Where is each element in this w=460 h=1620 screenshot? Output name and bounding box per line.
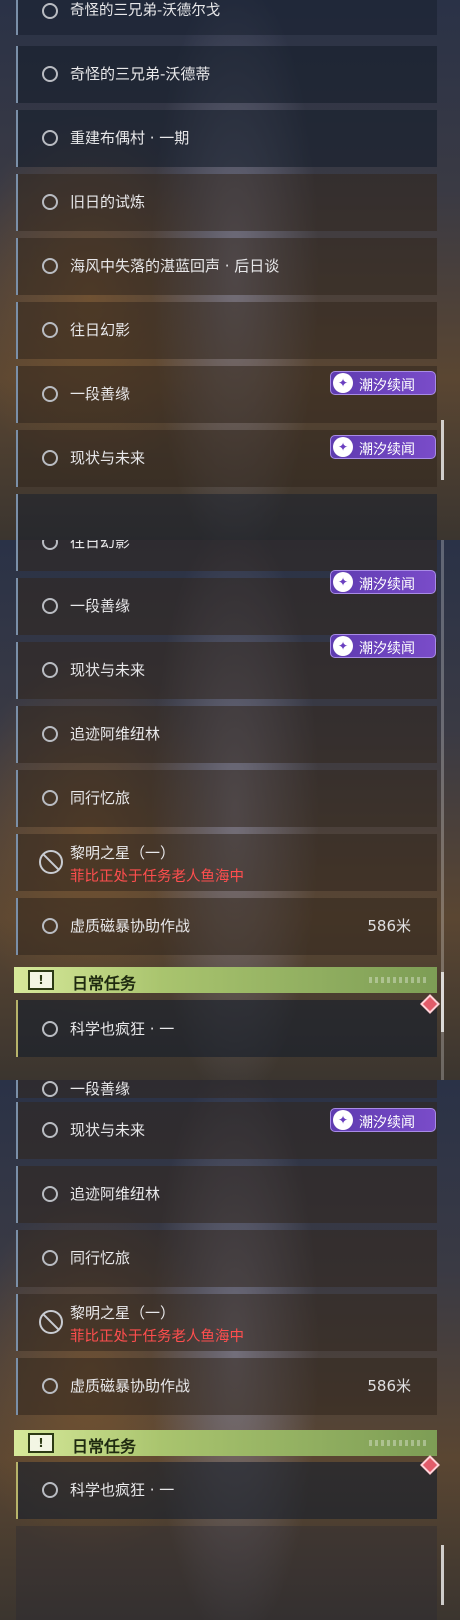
quest-title: 科学也疯狂 · 一 — [70, 1481, 175, 1499]
tidal-tales-tag: ✦ 潮汐续闻 — [330, 371, 436, 395]
quest-row[interactable]: 奇怪的三兄弟-沃德蒂 — [16, 46, 437, 103]
ring-icon — [42, 598, 58, 614]
quest-title: 虚质磁暴协助作战 — [70, 917, 191, 935]
quest-distance: 586米 — [367, 1377, 411, 1395]
ring-icon — [42, 322, 58, 338]
quest-title: 海风中失落的湛蓝回声 · 后日谈 — [70, 257, 280, 275]
tidal-tales-icon: ✦ — [333, 373, 353, 393]
tidal-tales-tag: ✦ 潮汐续闻 — [330, 1108, 436, 1132]
quest-title: 虚质磁暴协助作战 — [70, 1377, 191, 1395]
quest-row[interactable]: 追迹阿维纽林 — [16, 706, 437, 763]
quest-row[interactable]: 一段善缘 — [16, 1080, 437, 1098]
ring-icon — [42, 450, 58, 466]
quest-row[interactable]: 海风中失落的湛蓝回声 · 后日谈 — [16, 238, 437, 295]
ring-icon — [42, 1250, 58, 1266]
quest-title: 现状与未来 — [70, 1121, 146, 1139]
quest-title: 黎明之星（一） — [70, 844, 176, 862]
ring-icon — [42, 1021, 58, 1037]
ring-icon — [42, 918, 58, 934]
quest-distance: 586米 — [367, 917, 411, 935]
quest-warning: 菲比正处于任务老人鱼海中 — [70, 869, 244, 885]
tag-label: 潮汐续闻 — [359, 641, 415, 657]
ring-icon — [42, 726, 58, 742]
quest-row[interactable]: 同行忆旅 — [16, 770, 437, 827]
quest-row[interactable]: 往日幻影 — [16, 302, 437, 359]
quest-title: 追迹阿维纽林 — [70, 725, 161, 743]
tag-label: 潮汐续闻 — [359, 378, 415, 394]
quest-title: 黎明之星（一） — [70, 1304, 176, 1322]
quest-title: 往日幻影 — [70, 540, 131, 551]
quest-row[interactable]: 往日幻影 — [16, 540, 437, 571]
quest-title: 同行忆旅 — [70, 1249, 131, 1267]
quest-row[interactable]: 追迹阿维纽林 — [16, 1166, 437, 1223]
quest-title: 科学也疯狂 · 一 — [70, 1020, 175, 1038]
quest-title: 往日幻影 — [70, 321, 131, 339]
section-label: 日常任务 — [72, 1437, 137, 1456]
quest-row[interactable]: 旧日的试炼 — [16, 174, 437, 231]
ring-icon — [42, 1122, 58, 1138]
quest-list-panel-1: 奇怪的三兄弟-沃德尔戈 奇怪的三兄弟-沃德蒂 重建布偶村 · 一期 旧日的试炼 … — [0, 0, 460, 540]
ring-icon — [42, 194, 58, 210]
tag-label: 潮汐续闻 — [359, 1115, 415, 1131]
ring-icon — [42, 3, 58, 19]
tidal-tales-icon: ✦ — [333, 1110, 353, 1130]
quest-row[interactable]: 虚质磁暴协助作战 586米 — [16, 898, 437, 955]
quest-row[interactable]: 科学也疯狂 · 一 — [16, 1462, 437, 1519]
quest-warning: 菲比正处于任务老人鱼海中 — [70, 1329, 244, 1345]
ring-icon — [42, 66, 58, 82]
quest-title: 重建布偶村 · 一期 — [70, 129, 190, 147]
quest-row[interactable]: 奇怪的三兄弟-沃德尔戈 — [16, 0, 437, 35]
quest-row[interactable]: 虚质磁暴协助作战 586米 — [16, 1358, 437, 1415]
quest-title: 现状与未来 — [70, 661, 146, 679]
scrollbar-thumb[interactable] — [441, 972, 444, 1032]
ring-icon — [42, 1081, 58, 1097]
ring-icon — [42, 1482, 58, 1498]
ring-icon — [42, 540, 58, 550]
quest-title: 旧日的试炼 — [70, 193, 146, 211]
tag-label: 潮汐续闻 — [359, 577, 415, 593]
tidal-tales-tag: ✦ 潮汐续闻 — [330, 634, 436, 658]
tidal-tales-icon: ✦ — [333, 437, 353, 457]
quest-list-panel-2: 往日幻影 一段善缘 现状与未来 追迹阿维纽林 同行忆旅 黎明之星（一） 菲比正处… — [0, 540, 460, 1080]
blocked-icon — [39, 1310, 63, 1334]
daily-tasks-header[interactable]: ! 日常任务 — [14, 967, 437, 993]
quest-row[interactable]: 重建布偶村 · 一期 — [16, 110, 437, 167]
list-empty-area — [16, 1526, 437, 1620]
tidal-tales-tag: ✦ 潮汐续闻 — [330, 570, 436, 594]
section-decoration — [369, 977, 429, 983]
ring-icon — [42, 1378, 58, 1394]
tag-label: 潮汐续闻 — [359, 442, 415, 458]
ring-icon — [42, 790, 58, 806]
tidal-tales-icon: ✦ — [333, 636, 353, 656]
tidal-tales-tag: ✦ 潮汐续闻 — [330, 435, 436, 459]
alert-icon: ! — [28, 970, 54, 990]
section-label: 日常任务 — [72, 974, 137, 993]
scrollbar-thumb[interactable] — [441, 1545, 444, 1605]
quest-row[interactable] — [16, 494, 437, 540]
quest-row-blocked[interactable]: 黎明之星（一） 菲比正处于任务老人鱼海中 — [16, 1294, 437, 1351]
ring-icon — [42, 386, 58, 402]
ring-icon — [42, 662, 58, 678]
quest-title: 一段善缘 — [70, 385, 131, 403]
quest-title: 一段善缘 — [70, 597, 131, 615]
daily-tasks-header[interactable]: ! 日常任务 — [14, 1430, 437, 1456]
quest-title: 现状与未来 — [70, 449, 146, 467]
quest-title: 同行忆旅 — [70, 789, 131, 807]
ring-icon — [42, 1186, 58, 1202]
section-decoration — [369, 1440, 429, 1446]
ring-icon — [42, 130, 58, 146]
quest-row[interactable]: 同行忆旅 — [16, 1230, 437, 1287]
quest-title: 追迹阿维纽林 — [70, 1185, 161, 1203]
quest-row[interactable]: 科学也疯狂 · 一 — [16, 1000, 437, 1057]
scrollbar-thumb[interactable] — [441, 420, 444, 480]
quest-title: 奇怪的三兄弟-沃德蒂 — [70, 65, 211, 83]
quest-title: 奇怪的三兄弟-沃德尔戈 — [70, 3, 221, 19]
blocked-icon — [39, 850, 63, 874]
quest-list-panel-3: 一段善缘 现状与未来 追迹阿维纽林 同行忆旅 黎明之星（一） 菲比正处于任务老人… — [0, 1080, 460, 1620]
ring-icon — [42, 258, 58, 274]
alert-icon: ! — [28, 1433, 54, 1453]
tidal-tales-icon: ✦ — [333, 572, 353, 592]
quest-row-blocked[interactable]: 黎明之星（一） 菲比正处于任务老人鱼海中 — [16, 834, 437, 891]
quest-title: 一段善缘 — [70, 1080, 131, 1098]
